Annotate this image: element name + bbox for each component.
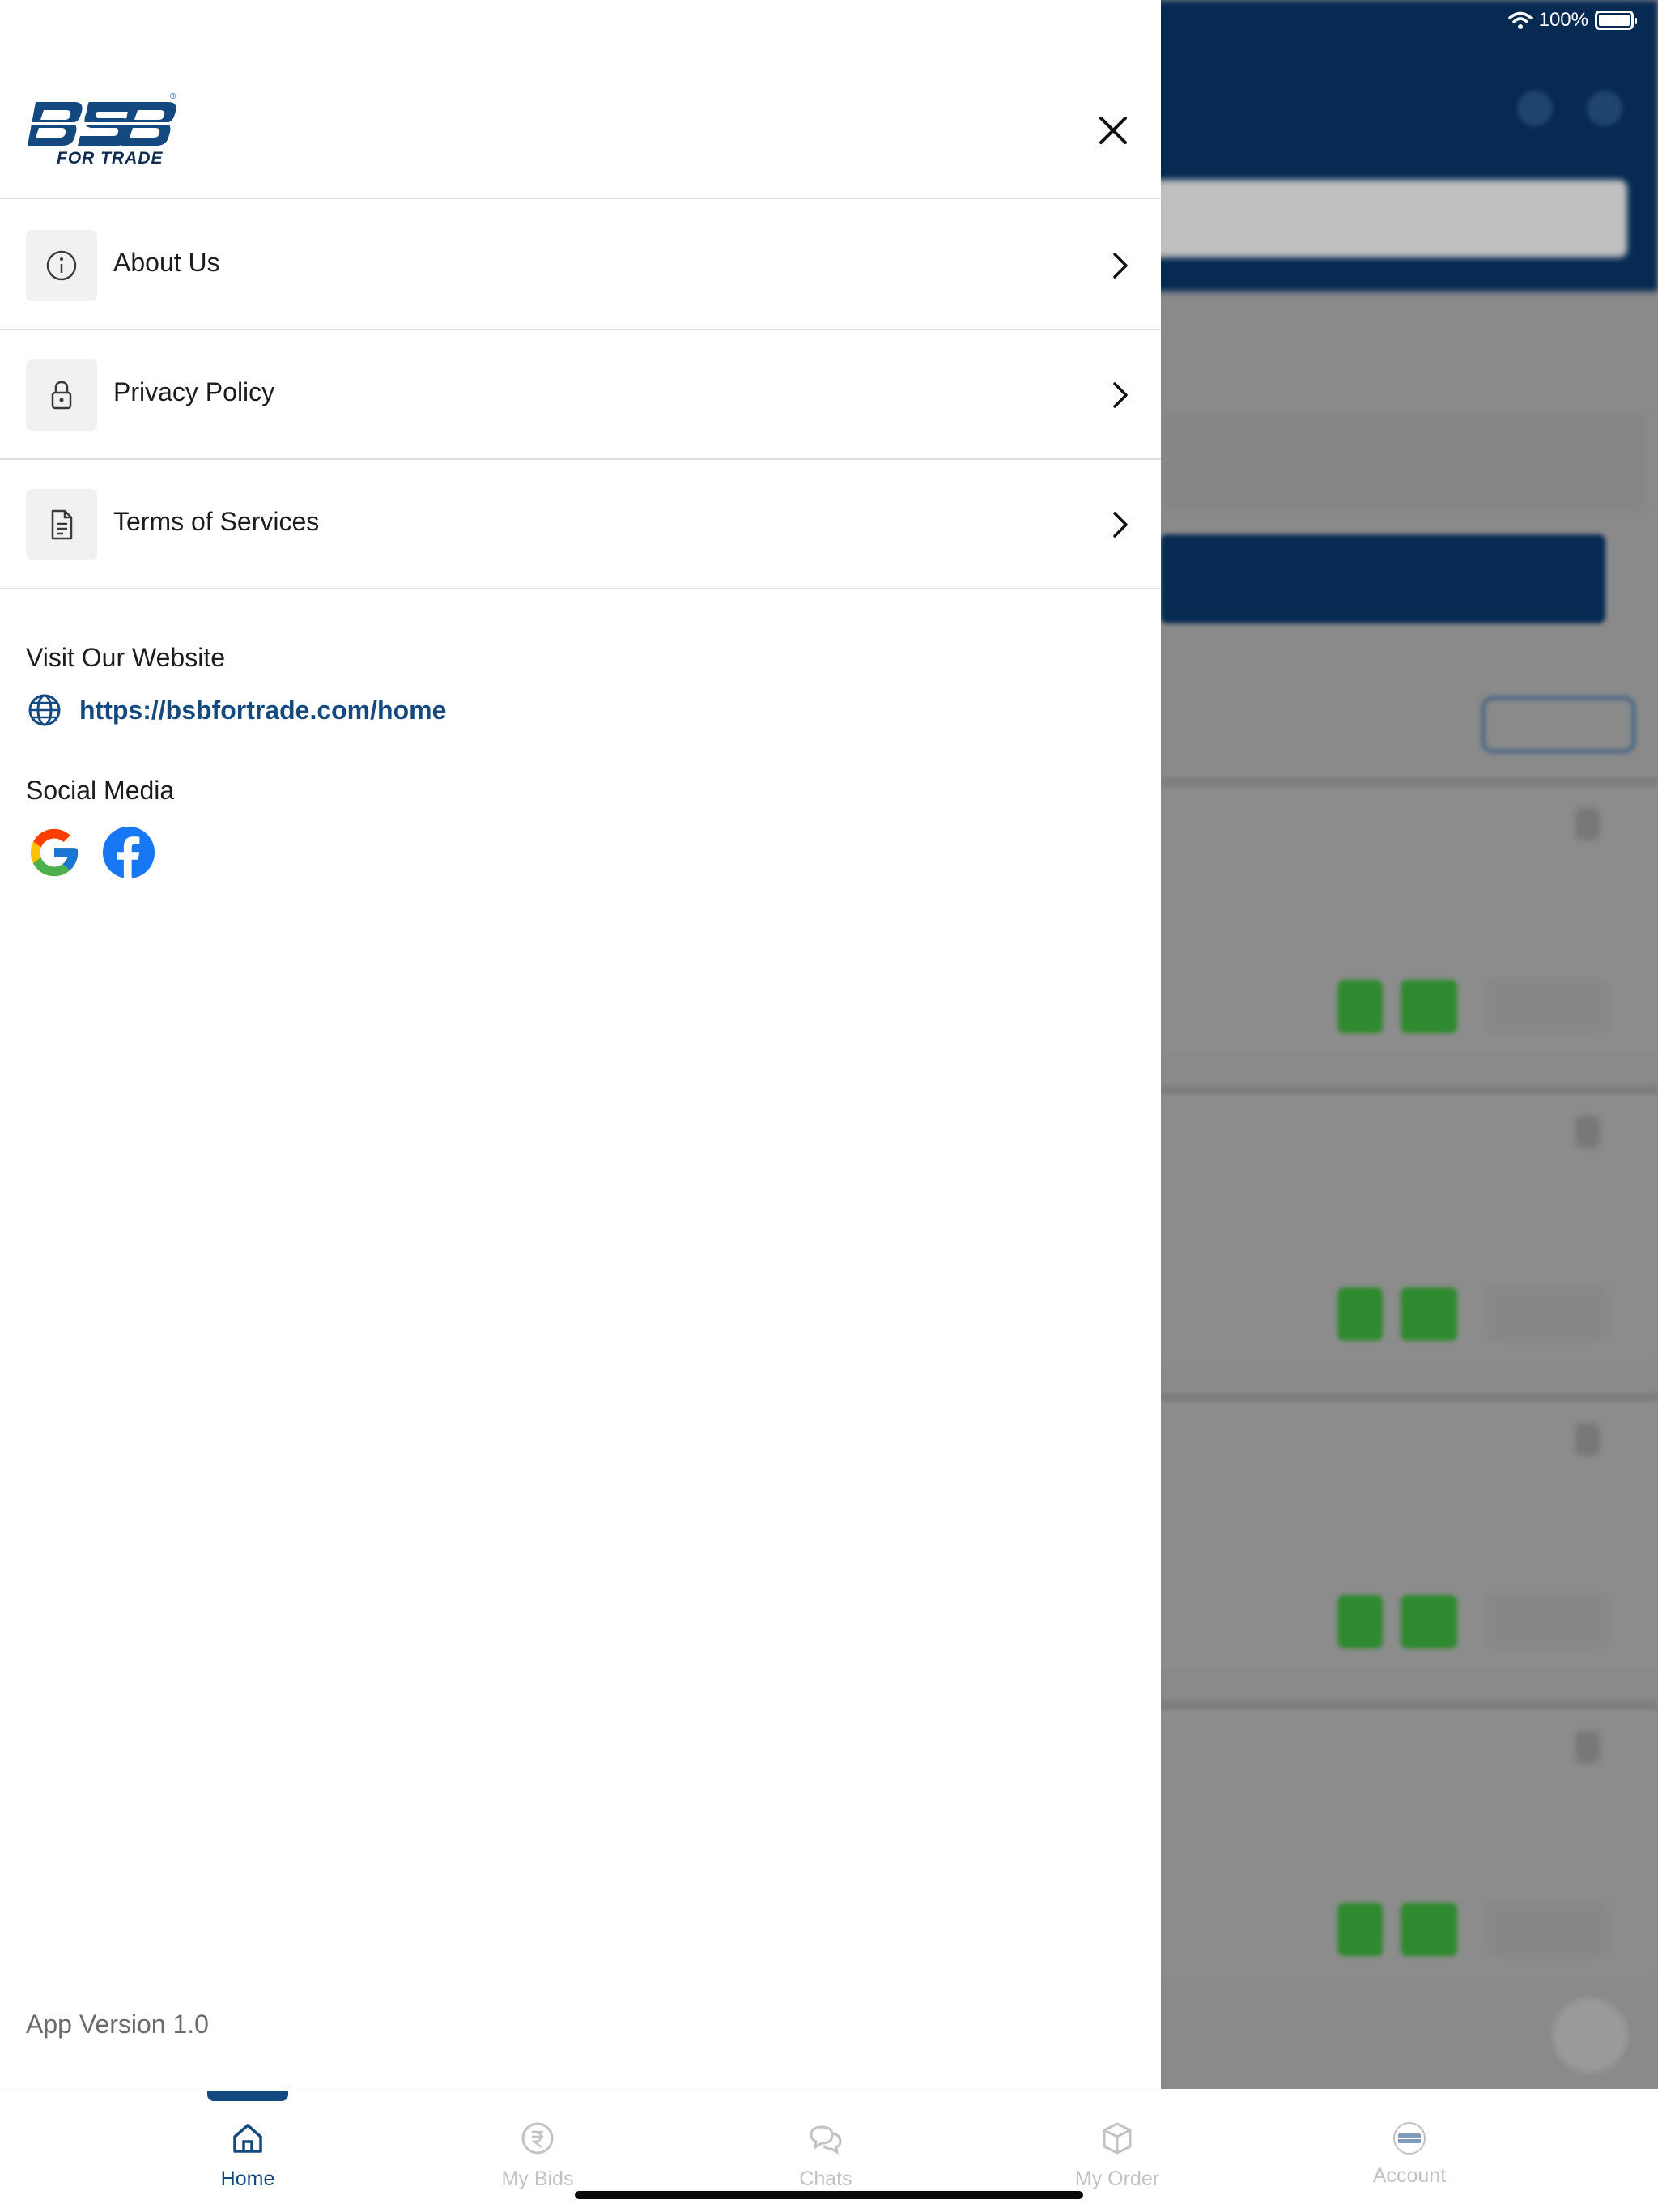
website-url-link[interactable]: https://bsbfortrade.com/home (79, 696, 446, 725)
status-bar: 100% (1507, 8, 1637, 32)
chevron-right-icon (1113, 382, 1128, 408)
menu-icon-box (26, 359, 97, 431)
google-icon[interactable] (26, 824, 83, 881)
website-link-row[interactable]: https://bsbfortrade.com/home (28, 690, 446, 730)
background-primary-button (1160, 534, 1605, 623)
tab-label-my-bids: My Bids (501, 2167, 574, 2190)
menu-icon-box (26, 489, 97, 560)
background-bid-box (1486, 980, 1608, 1033)
globe-icon (28, 694, 61, 726)
account-logo-icon (1393, 2122, 1426, 2155)
tab-my-bids[interactable]: My Bids (432, 2091, 643, 2190)
tab-label-chats: Chats (799, 2167, 852, 2190)
menu-label-about-us: About Us (113, 248, 220, 277)
background-bid-box (1486, 1595, 1608, 1648)
registered-mark: ® (170, 92, 176, 101)
background-bid-box (1486, 1903, 1608, 1956)
tab-account[interactable]: Account (1304, 2091, 1515, 2189)
background-green-button (1401, 1287, 1457, 1341)
logo-tagline: FOR TRADE (57, 149, 164, 168)
chevron-right-icon (1113, 253, 1128, 279)
close-icon[interactable] (1093, 110, 1133, 151)
tab-label-account: Account (1372, 2164, 1447, 2187)
home-icon (233, 2124, 262, 2153)
background-green-button (1337, 1595, 1383, 1648)
info-icon (46, 250, 77, 281)
menu-item-about-us[interactable]: About Us (0, 201, 1161, 330)
side-drawer: ® FOR TRADE About Us Privacy Policy Term… (0, 0, 1161, 2089)
app-version: App Version 1.0 (26, 2010, 209, 2039)
chat-icon (810, 2125, 842, 2155)
document-icon (51, 509, 73, 540)
tab-home[interactable]: Home (142, 2091, 353, 2190)
background-header-icon (1517, 91, 1553, 126)
menu-item-privacy-policy[interactable]: Privacy Policy (0, 330, 1161, 460)
background-card-icon (1575, 1423, 1600, 1456)
background-sort-pill (1482, 696, 1635, 753)
home-indicator (575, 2191, 1083, 2199)
background-green-button (1337, 980, 1383, 1033)
battery-icon (1595, 11, 1637, 30)
menu-label-terms-of-services: Terms of Services (113, 507, 320, 536)
active-tab-indicator (207, 2091, 288, 2101)
background-green-button (1401, 980, 1457, 1033)
chevron-right-icon (1113, 512, 1128, 538)
social-section-title: Social Media (26, 776, 175, 805)
background-bid-box (1486, 1287, 1608, 1341)
background-dropdown (1160, 413, 1646, 510)
background-green-button (1337, 1287, 1383, 1341)
background-search-bar (1150, 180, 1627, 257)
menu-item-terms-of-services[interactable]: Terms of Services (0, 460, 1161, 589)
tab-label-my-order: My Order (1074, 2167, 1160, 2190)
social-icons-row (26, 824, 157, 881)
background-card-icon (1575, 808, 1600, 840)
background-card-icon (1575, 1116, 1600, 1148)
tab-chats[interactable]: Chats (721, 2091, 931, 2190)
menu-icon-box (26, 230, 97, 301)
website-section-title: Visit Our Website (26, 643, 226, 672)
background-green-button (1337, 1903, 1383, 1956)
drawer-header: ® FOR TRADE (0, 0, 1161, 199)
background-header-icon (1587, 91, 1622, 126)
background-support-fab (1553, 1998, 1627, 2073)
rupee-icon (521, 2122, 554, 2155)
box-icon (1103, 2122, 1132, 2155)
lock-icon (51, 381, 72, 410)
tab-my-order[interactable]: My Order (1012, 2091, 1222, 2190)
menu-label-privacy-policy: Privacy Policy (113, 377, 275, 406)
background-green-button (1401, 1903, 1457, 1956)
facebook-icon[interactable] (100, 824, 157, 881)
background-card-icon (1575, 1731, 1600, 1763)
tab-label-home: Home (220, 2167, 275, 2190)
background-green-button (1401, 1595, 1457, 1648)
wifi-icon (1507, 11, 1533, 29)
battery-percent: 100% (1538, 9, 1588, 31)
